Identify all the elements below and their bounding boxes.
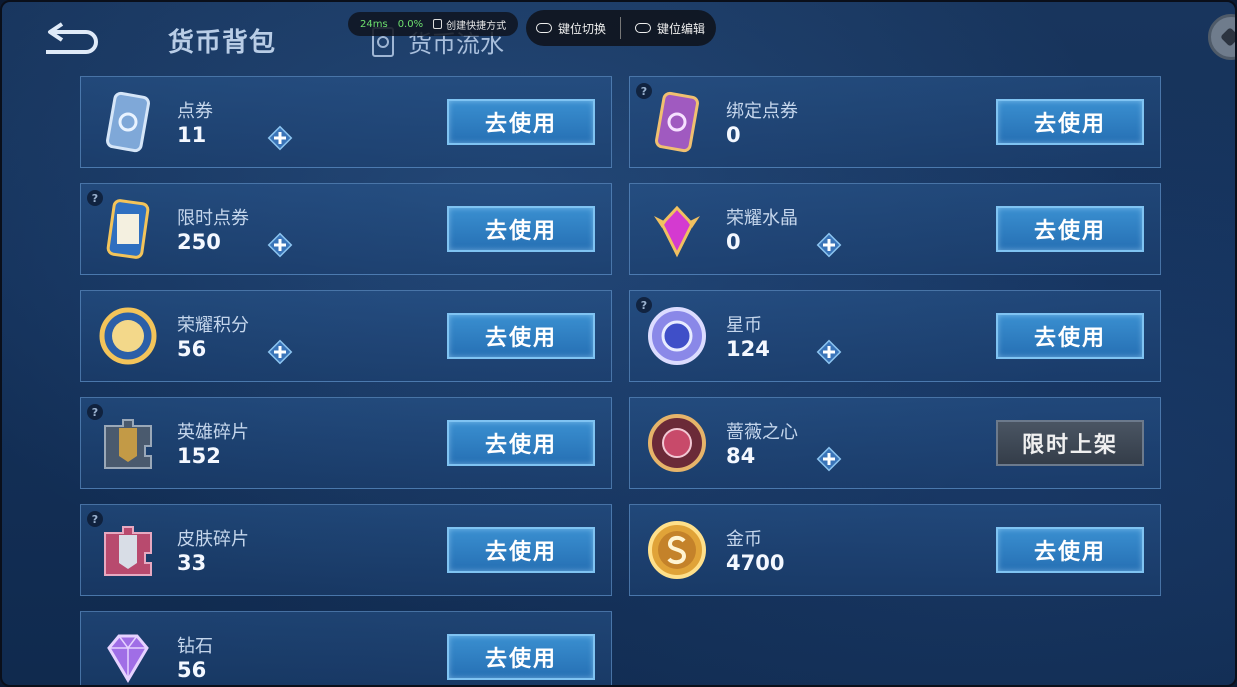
currency-card: 荣耀积分 56 去使用 xyxy=(80,290,612,382)
use-button[interactable]: 去使用 xyxy=(996,99,1144,145)
currency-card: 点券 11 去使用 xyxy=(80,76,612,168)
key-switch-label: 键位切换 xyxy=(558,21,607,36)
currency-name: 星币 xyxy=(726,315,762,336)
plus-icon[interactable] xyxy=(265,337,295,367)
key-switch-button[interactable]: 键位切换 xyxy=(536,20,606,37)
currency-card: ? 限时点券 250 去使用 xyxy=(80,183,612,275)
back-arrow-icon[interactable] xyxy=(40,20,104,56)
currency-amount: 0 xyxy=(726,123,741,147)
use-button[interactable]: 去使用 xyxy=(996,527,1144,573)
currency-card: ? 星币 124 去使用 xyxy=(629,290,1161,382)
limited-ticket-icon xyxy=(97,198,159,260)
use-button[interactable]: 去使用 xyxy=(447,206,595,252)
use-button[interactable]: 去使用 xyxy=(447,99,595,145)
hero-fragment-icon xyxy=(97,412,159,474)
currency-name: 蔷薇之心 xyxy=(726,422,798,443)
key-edit-label: 键位编辑 xyxy=(657,21,706,36)
performance-overlay: 24ms 0.0% 创建快捷方式 xyxy=(348,12,519,36)
currency-name: 限时点券 xyxy=(177,208,249,229)
currency-card: ? 绑定点券 0 去使用 xyxy=(629,76,1161,168)
use-button[interactable]: 去使用 xyxy=(447,420,595,466)
keymap-toolbar: 键位切换 键位编辑 xyxy=(526,10,716,46)
currency-name: 荣耀积分 xyxy=(177,315,249,336)
currency-amount: 56 xyxy=(177,658,207,682)
currency-card: 荣耀水晶 0 去使用 xyxy=(629,183,1161,275)
currency-amount: 33 xyxy=(177,551,207,575)
plus-icon[interactable] xyxy=(814,230,844,260)
gold-coin-icon xyxy=(646,519,708,581)
currency-amount: 250 xyxy=(177,230,221,254)
plus-icon[interactable] xyxy=(265,230,295,260)
ticket-blue-icon xyxy=(97,91,159,153)
currency-card: ? 皮肤碎片 33 去使用 xyxy=(80,504,612,596)
currency-amount: 152 xyxy=(177,444,221,468)
use-button[interactable]: 去使用 xyxy=(996,206,1144,252)
create-shortcut-label: 创建快捷方式 xyxy=(446,20,507,32)
shortcut-icon xyxy=(433,19,443,29)
currency-card: ? 英雄碎片 152 去使用 xyxy=(80,397,612,489)
settings-gear-icon[interactable] xyxy=(1208,14,1235,60)
currency-card: 蔷薇之心 84 限时上架 xyxy=(629,397,1161,489)
diamond-icon xyxy=(97,626,159,685)
skin-fragment-icon xyxy=(97,519,159,581)
gamepad-icon xyxy=(635,23,652,33)
currency-name: 金币 xyxy=(726,529,762,550)
gamepad-icon xyxy=(536,23,552,33)
use-button[interactable]: 去使用 xyxy=(996,313,1144,359)
divider xyxy=(620,17,622,39)
packet-loss-value: 0.0% xyxy=(397,18,424,30)
plus-icon[interactable] xyxy=(814,444,844,474)
currency-amount: 124 xyxy=(726,337,770,361)
currency-name: 英雄碎片 xyxy=(177,422,249,443)
ticket-purple-icon xyxy=(646,91,708,153)
glory-points-icon xyxy=(97,305,159,367)
key-edit-button[interactable]: 键位编辑 xyxy=(635,20,705,37)
currency-amount: 11 xyxy=(177,123,207,147)
currency-card: 钻石 56 去使用 xyxy=(80,611,612,685)
create-shortcut-button[interactable]: 创建快捷方式 xyxy=(433,17,506,32)
currency-card: 金币 4700 去使用 xyxy=(629,504,1161,596)
use-button[interactable]: 去使用 xyxy=(447,634,595,680)
currency-amount: 4700 xyxy=(726,551,785,575)
rose-heart-icon xyxy=(646,412,708,474)
use-button[interactable]: 去使用 xyxy=(447,527,595,573)
latency-value: 24ms xyxy=(360,18,388,30)
currency-name: 钻石 xyxy=(177,636,213,657)
currency-amount: 84 xyxy=(726,444,756,468)
plus-icon[interactable] xyxy=(265,123,295,153)
currency-amount: 56 xyxy=(177,337,207,361)
tab-currency-backpack[interactable]: 货币背包 xyxy=(168,22,276,59)
limited-shelf-button[interactable]: 限时上架 xyxy=(996,420,1144,466)
glory-crystal-icon xyxy=(646,198,708,260)
currency-name: 绑定点券 xyxy=(726,101,798,122)
use-button[interactable]: 去使用 xyxy=(447,313,595,359)
currency-name: 荣耀水晶 xyxy=(726,208,798,229)
star-coin-icon xyxy=(646,305,708,367)
currency-name: 皮肤碎片 xyxy=(177,529,249,550)
plus-icon[interactable] xyxy=(814,337,844,367)
currency-amount: 0 xyxy=(726,230,741,254)
currency-name: 点券 xyxy=(177,101,213,122)
game-screen: 货币背包 货币流水 24ms 0.0% 创建快捷方式 键位切换 键位编辑 点券 1… xyxy=(0,0,1237,687)
